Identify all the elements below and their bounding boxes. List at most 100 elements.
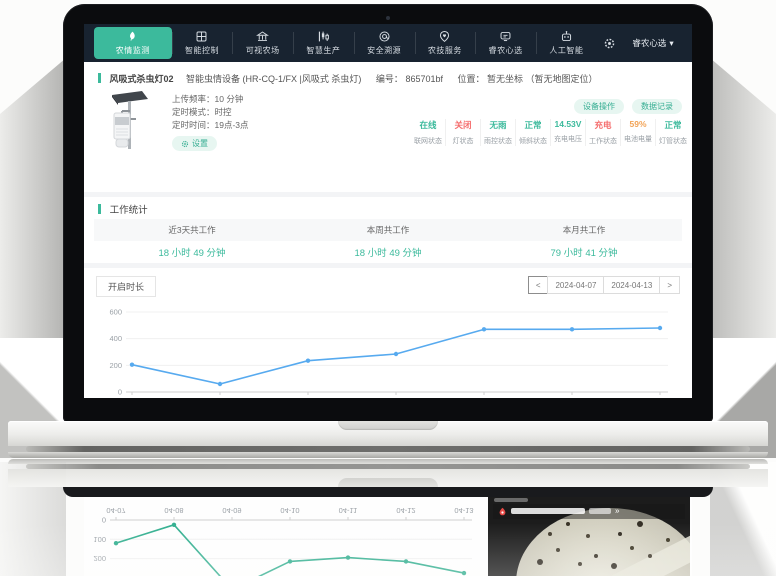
nav-item-visual-farm[interactable]: 可视农场	[232, 24, 293, 62]
status-value: 正常	[656, 119, 690, 131]
device-action-buttons: 设备操作 数据记录	[574, 99, 682, 114]
status-value: 无雨	[481, 119, 515, 131]
status-work: 充电工作状态	[585, 119, 620, 146]
reflection-line-chart: 010020004-0704-0804-0904-1004-1104-1204-…	[90, 497, 488, 576]
device-body: 上传频率：10 分钟 定时模式：时控 定时时间：19点-3点 设置 设备操作 数…	[84, 89, 692, 165]
at-icon	[378, 30, 391, 43]
top-navbar: 农情监测 智能控制 可视农场 智慧生产	[84, 24, 692, 62]
device-code-label: 编号：	[376, 74, 403, 84]
camera-caption: »	[493, 504, 685, 519]
device-title-row: 风吸式杀虫灯02 智能虫情设备 (HR-CQ-1/FX |风吸式 杀虫灯) 编号…	[84, 62, 692, 89]
status-value: 在线	[411, 119, 445, 131]
device-photo	[102, 89, 158, 155]
nav-item-label: 人工智能	[549, 45, 583, 56]
date-from-field[interactable]: 2024-04-07	[547, 276, 604, 294]
svg-text:04-12: 04-12	[396, 506, 415, 515]
stats-col-value: 79 小时 41 分钟	[486, 241, 682, 267]
nav-item-mall[interactable]: 睿农心选	[475, 24, 536, 62]
tab-duration[interactable]: 开启时长	[96, 276, 156, 297]
svg-text:600: 600	[109, 308, 122, 317]
stats-col-value: 18 小时 49 分钟	[94, 241, 290, 267]
robot-icon	[560, 30, 573, 43]
device-section: 风吸式杀虫灯02 智能虫情设备 (HR-CQ-1/FX |风吸式 杀虫灯) 编号…	[84, 62, 692, 192]
info-value: 10 分钟	[215, 94, 244, 104]
location-pin-icon	[498, 507, 507, 516]
status-network: 在线联网状态	[411, 119, 445, 146]
device-status-grid: 在线联网状态 关闭灯状态 无雨雨控状态 正常倾斜状态 14.53V充电电压 充电…	[411, 119, 690, 146]
info-line: 定时模式：时控	[172, 106, 249, 119]
caption-more: »	[615, 508, 619, 516]
status-value: 充电	[586, 119, 620, 131]
status-rain: 无雨雨控状态	[480, 119, 515, 146]
status-value: 正常	[516, 119, 550, 131]
info-line: 定时时间：19点-3点	[172, 119, 249, 132]
nav-item-monitoring[interactable]: 农情监测	[94, 27, 172, 59]
device-type: 智能虫情设备 (HR-CQ-1/FX |风吸式 杀虫灯)	[186, 74, 361, 84]
nav-item-label: 睿农心选	[489, 45, 523, 56]
status-label: 倾斜状态	[516, 136, 550, 146]
svg-text:04-09: 04-09	[222, 506, 241, 515]
status-voltage: 14.53V充电电压	[550, 119, 585, 146]
line-chart: 020040060004-0704-0804-0904-1004-1104-12…	[94, 300, 680, 398]
work-stats-title: 工作统计	[84, 197, 692, 219]
svg-text:04-13: 04-13	[650, 397, 669, 398]
caption-text-blur	[511, 509, 585, 515]
nav-item-ai[interactable]: 人工智能	[536, 24, 597, 62]
user-menu[interactable]: 睿农心选 ▾	[622, 37, 684, 49]
svg-text:04-09: 04-09	[298, 397, 317, 398]
svg-text:04-07: 04-07	[122, 397, 141, 398]
kline-icon	[317, 30, 330, 43]
bank-icon	[256, 30, 269, 43]
chevron-down-icon: ▾	[669, 38, 673, 49]
device-operate-button[interactable]: 设备操作	[574, 99, 624, 114]
dashboard-screen: 农情监测 智能控制 可视农场 智慧生产	[84, 24, 692, 398]
status-label: 工作状态	[586, 136, 620, 146]
stats-col-header: 本月共工作	[486, 219, 682, 241]
date-range-nav: < 2024-04-07 2024-04-13 >	[529, 276, 680, 294]
stats-col-value: 18 小时 49 分钟	[290, 241, 486, 267]
nav-item-agri-service[interactable]: 农技服务	[415, 24, 476, 62]
laptop-base-notch	[338, 421, 438, 430]
device-code: 865701bf	[405, 74, 443, 84]
nav-item-trace-source[interactable]: 安全溯源	[354, 24, 415, 62]
device-name: 风吸式杀虫灯02	[110, 74, 174, 84]
info-line: 上传频率：10 分钟	[172, 93, 249, 106]
status-label: 灯状态	[446, 136, 480, 146]
info-label: 定时时间：	[172, 120, 215, 130]
svg-text:04-08: 04-08	[164, 506, 183, 515]
gear-icon	[181, 140, 189, 148]
svg-text:04-10: 04-10	[386, 397, 405, 398]
chat-icon	[499, 30, 512, 43]
svg-text:200: 200	[109, 361, 122, 370]
stats-col-header: 本周共工作	[290, 219, 486, 241]
status-tube: 正常灯管状态	[655, 119, 690, 146]
status-label: 雨控状态	[481, 136, 515, 146]
data-records-button[interactable]: 数据记录	[632, 99, 682, 114]
nav-item-smart-control[interactable]: 智能控制	[172, 24, 233, 62]
status-value: 59%	[621, 119, 655, 129]
svg-text:04-12: 04-12	[562, 397, 581, 398]
laptop-reflection: 010020004-0704-0804-0904-1004-1104-1204-…	[0, 458, 776, 576]
date-next-button[interactable]: >	[659, 276, 680, 294]
info-value: 时控	[215, 107, 232, 117]
device-location: 暂无坐标 （暂无地图定位）	[487, 74, 598, 84]
work-stats-title-text: 工作统计	[110, 205, 148, 216]
status-label: 灯管状态	[656, 136, 690, 146]
stats-col-header: 近3天共工作	[94, 219, 290, 241]
nav-item-label: 农技服务	[428, 45, 462, 56]
date-to-field[interactable]: 2024-04-13	[603, 276, 660, 294]
nav-item-smart-production[interactable]: 智慧生产	[293, 24, 354, 62]
settings-gear-icon[interactable]	[597, 37, 622, 50]
reflection-base-notch	[338, 478, 438, 487]
camera-timestamp-blur	[494, 498, 528, 502]
date-prev-button[interactable]: <	[528, 276, 549, 294]
nav-item-label: 安全溯源	[367, 45, 401, 56]
grid-icon	[195, 30, 208, 43]
status-value: 关闭	[446, 119, 480, 131]
info-label: 上传频率：	[172, 94, 215, 104]
status-label: 联网状态	[411, 136, 445, 146]
device-info-list: 上传频率：10 分钟 定时模式：时控 定时时间：19点-3点 设置	[172, 93, 249, 152]
status-tilt: 正常倾斜状态	[515, 119, 550, 146]
device-settings-button[interactable]: 设置	[172, 136, 217, 151]
svg-text:04-08: 04-08	[210, 397, 229, 398]
